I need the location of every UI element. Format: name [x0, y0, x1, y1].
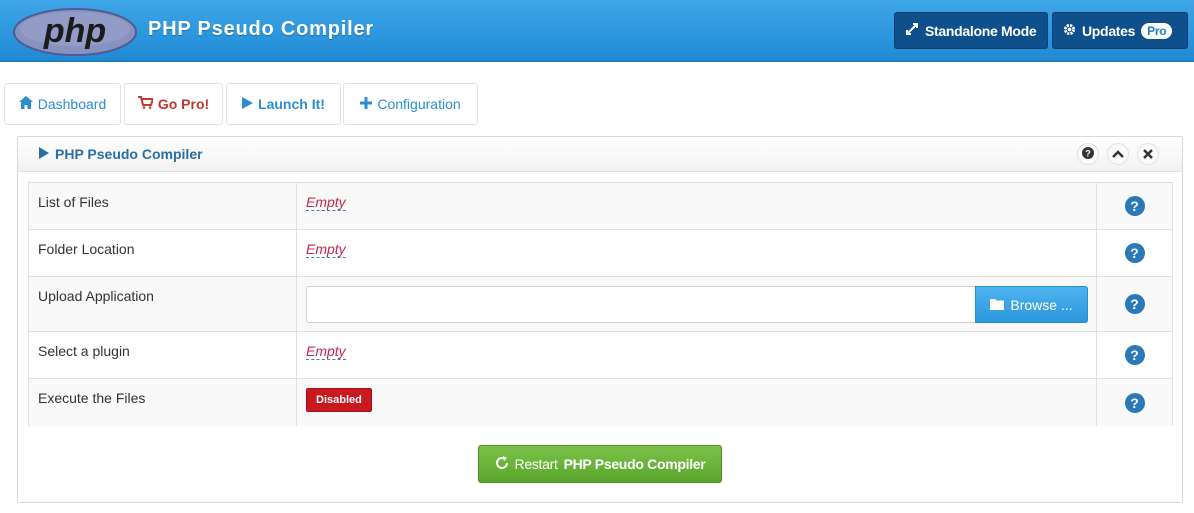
- home-icon: [18, 96, 33, 112]
- row-help: ?: [1097, 230, 1172, 276]
- settings-table: List of Files Empty ? Folder Location Em…: [28, 182, 1173, 426]
- tab-go-pro-label: Go Pro!: [157, 96, 210, 112]
- tab-launch-it[interactable]: Launch It!: [226, 83, 341, 125]
- restart-button[interactable]: Restart PHP Pseudo Compiler: [478, 445, 722, 483]
- tab-dashboard[interactable]: Dashboard: [4, 83, 121, 125]
- plus-icon: [360, 96, 373, 112]
- select-plugin-editable[interactable]: Empty: [306, 343, 346, 360]
- row-value: Disabled: [297, 379, 1097, 426]
- list-of-files-editable[interactable]: Empty: [306, 194, 346, 211]
- gear-icon: [1063, 23, 1076, 39]
- browse-label: Browse ...: [1010, 296, 1073, 313]
- restart-bold: PHP Pseudo Compiler: [563, 456, 706, 472]
- svg-text:?: ?: [1085, 149, 1091, 159]
- play-icon: [242, 96, 254, 112]
- app-title: PHP Pseudo Compiler: [148, 18, 374, 40]
- help-icon[interactable]: ?: [1124, 345, 1145, 365]
- pro-badge: Pro: [1141, 22, 1173, 39]
- panel-close-button[interactable]: [1137, 143, 1159, 165]
- compiler-panel: PHP Pseudo Compiler ? List of Files Empt…: [17, 136, 1183, 503]
- help-icon[interactable]: ?: [1124, 196, 1145, 216]
- updates-button[interactable]: Updates Pro: [1052, 12, 1188, 49]
- standalone-mode-button[interactable]: Standalone Mode: [894, 12, 1048, 49]
- folder-icon: [990, 297, 1005, 313]
- panel-help-button[interactable]: ?: [1077, 143, 1099, 165]
- upload-input[interactable]: [307, 287, 976, 322]
- question-icon: ?: [1082, 146, 1094, 162]
- expand-icon: [905, 22, 919, 39]
- row-value: Empty: [297, 183, 1097, 229]
- row-help: ?: [1097, 277, 1172, 331]
- row-label: List of Files: [29, 183, 297, 229]
- folder-location-editable[interactable]: Empty: [306, 241, 346, 258]
- row-value: Browse ...: [297, 277, 1097, 331]
- panel-header: PHP Pseudo Compiler ?: [18, 137, 1182, 172]
- browse-button[interactable]: Browse ...: [975, 286, 1088, 323]
- help-icon[interactable]: ?: [1124, 294, 1145, 314]
- updates-label: Updates: [1082, 22, 1136, 39]
- row-label: Folder Location: [29, 230, 297, 276]
- top-header: php PHP Pseudo Compiler Standalone Mode …: [0, 0, 1194, 62]
- row-label: Select a plugin: [29, 332, 297, 378]
- tab-configuration[interactable]: Configuration: [343, 83, 478, 125]
- table-row: Execute the Files Disabled ?: [29, 379, 1172, 426]
- row-label: Execute the Files: [29, 379, 297, 426]
- play-icon: [39, 146, 49, 162]
- tab-launch-it-label: Launch It!: [258, 96, 325, 112]
- tab-configuration-label: Configuration: [377, 96, 461, 112]
- row-help: ?: [1097, 379, 1172, 426]
- table-row: Select a plugin Empty ?: [29, 332, 1172, 379]
- panel-title: PHP Pseudo Compiler: [39, 146, 203, 162]
- restart-prefix: Restart: [514, 456, 558, 472]
- table-row: Folder Location Empty ?: [29, 230, 1172, 277]
- row-value: Empty: [297, 332, 1097, 378]
- svg-text:php: php: [43, 12, 106, 50]
- row-label: Upload Application: [29, 277, 297, 331]
- panel-title-text: PHP Pseudo Compiler: [55, 146, 203, 162]
- panel-collapse-button[interactable]: [1107, 143, 1129, 165]
- row-help: ?: [1097, 332, 1172, 378]
- cart-icon: [137, 96, 155, 112]
- help-icon[interactable]: ?: [1124, 392, 1145, 413]
- standalone-mode-label: Standalone Mode: [925, 22, 1037, 39]
- help-icon[interactable]: ?: [1124, 243, 1145, 263]
- close-icon: [1143, 146, 1153, 162]
- refresh-icon: [495, 455, 509, 473]
- table-row: Upload Application Browse ... ?: [29, 277, 1172, 332]
- row-value: Empty: [297, 230, 1097, 276]
- row-help: ?: [1097, 183, 1172, 229]
- chevron-up-icon: [1112, 146, 1124, 162]
- php-logo[interactable]: php: [12, 7, 138, 57]
- tab-go-pro[interactable]: Go Pro!: [124, 83, 223, 125]
- table-row: List of Files Empty ?: [29, 183, 1172, 230]
- tab-dashboard-label: Dashboard: [37, 96, 107, 112]
- status-badge[interactable]: Disabled: [306, 388, 372, 412]
- upload-field: Browse ...: [306, 286, 1088, 323]
